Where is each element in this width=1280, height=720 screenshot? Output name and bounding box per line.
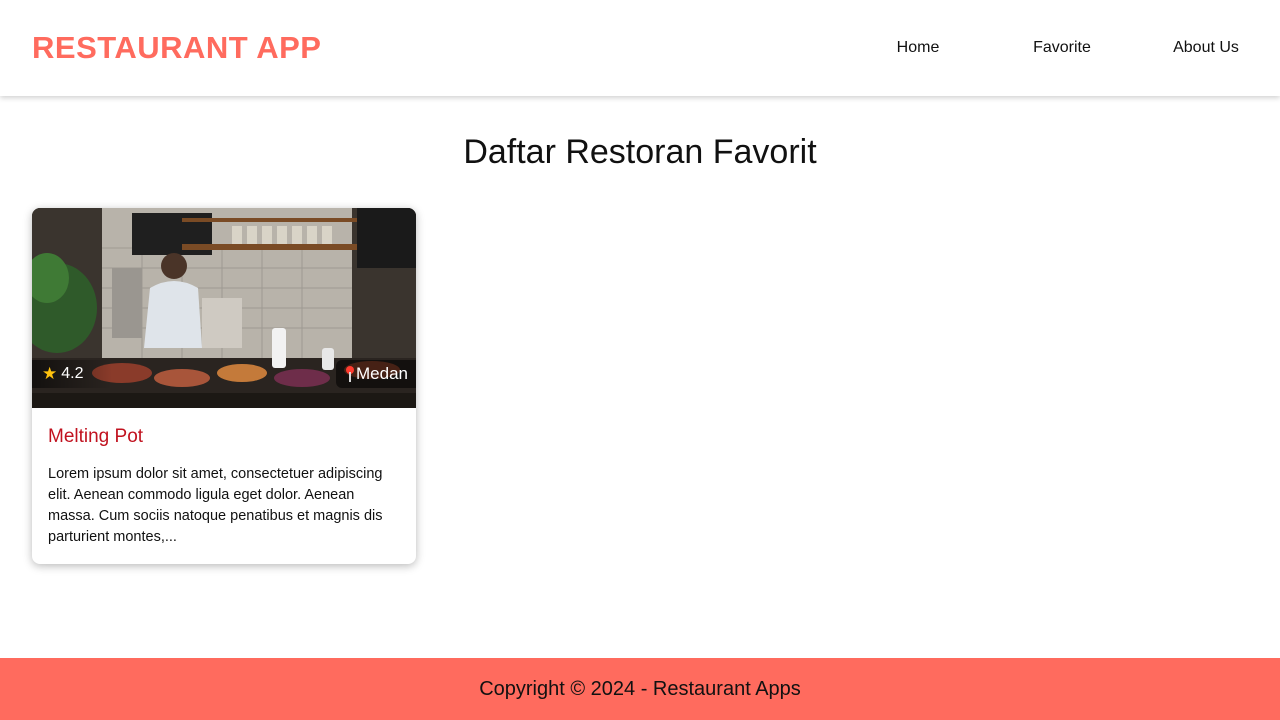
restaurant-image: ★ 4.2 Medan — [32, 208, 416, 408]
nav-link-favorite[interactable]: Favorite — [990, 36, 1134, 60]
rating-value: 4.2 — [61, 365, 84, 382]
app-header: RESTAURANT APP Home Favorite About Us — [0, 0, 1280, 96]
page-title: Daftar Restoran Favorit — [463, 133, 817, 171]
star-icon: ★ — [42, 364, 58, 383]
rating-badge: ★ 4.2 — [32, 360, 112, 388]
app-logo[interactable]: RESTAURANT APP — [32, 27, 321, 69]
restaurant-name-link[interactable]: Melting Pot — [48, 424, 400, 450]
main-nav: Home Favorite About Us — [846, 0, 1280, 96]
card-body: Melting Pot Lorem ipsum dolor sit amet, … — [32, 408, 416, 548]
restaurant-description: Lorem ipsum dolor sit amet, consectetuer… — [48, 466, 383, 545]
nav-link-about-us[interactable]: About Us — [1134, 36, 1278, 60]
nav-link-home[interactable]: Home — [846, 36, 990, 60]
location-city: Medan — [356, 364, 408, 383]
app-footer: Copyright © 2024 - Restaurant Apps — [0, 658, 1280, 720]
restaurant-card: ★ 4.2 Medan Melting Pot Lorem ipsum dolo… — [32, 208, 416, 564]
copyright-text: Copyright © 2024 - Restaurant Apps — [479, 677, 801, 700]
location-pin-icon — [346, 365, 355, 383]
location-badge: Medan — [336, 360, 416, 388]
